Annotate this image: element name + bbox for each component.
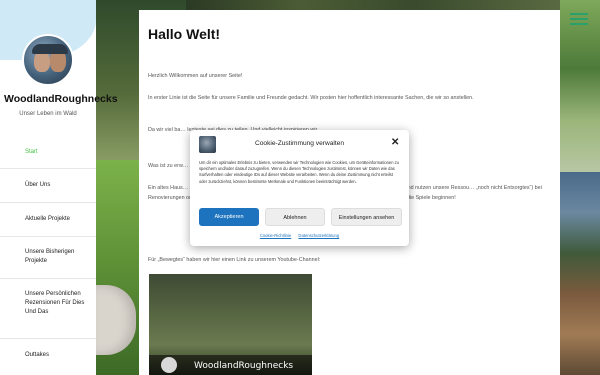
- privacy-policy-link[interactable]: Datenschutzerklärung: [298, 233, 339, 238]
- main-nav: Start Über Uns Aktuelle Projekte Unsere …: [0, 136, 96, 373]
- sidebar: WoodlandRoughnecks Unser Leben im Wald S…: [0, 0, 118, 375]
- avatar[interactable]: [22, 34, 74, 86]
- photo-house-right: [560, 172, 600, 375]
- nav-item-rezensionen[interactable]: Unsere Persönlichen Rezensionen Für Dies…: [0, 279, 96, 339]
- site-title[interactable]: WoodlandRoughnecks: [4, 93, 118, 105]
- channel-logo-icon: [161, 357, 177, 373]
- close-icon[interactable]: ✕: [391, 137, 399, 148]
- deny-button[interactable]: Ablehnen: [265, 208, 325, 226]
- hamburger-menu-icon[interactable]: [568, 10, 590, 28]
- paragraph-intro: In erster Linie ist die Seite für unsere…: [148, 95, 474, 101]
- paragraph-welcome: Herzlich Willkommen auf unserer Seite!: [148, 73, 243, 79]
- nav-item-bisherige-projekte[interactable]: Unsere Bisherigen Projekte: [0, 237, 96, 279]
- cookie-dialog-text: Um dir ein optimales Erlebnis zu bieten,…: [199, 160, 399, 184]
- photo-top-strip: [186, 0, 566, 10]
- nav-item-start[interactable]: Start: [0, 136, 96, 169]
- youtube-embed[interactable]: WoodlandRoughnecks: [149, 274, 312, 375]
- site-tagline: Unser Leben im Wald: [19, 111, 77, 117]
- paragraph-youtube: Für „Bewegtes“ haben wir hier einen Link…: [148, 257, 321, 263]
- cookie-dialog-links: Cookie-Richtlinie Datenschutzerklärung: [190, 233, 409, 238]
- cookie-consent-dialog: Cookie-Zustimmung verwalten ✕ Um dir ein…: [190, 130, 409, 246]
- settings-button[interactable]: Einstellungen ansehen: [331, 208, 402, 226]
- cookie-dialog-title: Cookie-Zustimmung verwalten: [254, 140, 345, 147]
- video-channel-name: WoodlandRoughnecks: [194, 361, 294, 371]
- accept-button[interactable]: Akzeptieren: [199, 208, 259, 226]
- nav-item-outtakes[interactable]: Outtakes: [0, 339, 96, 373]
- page-title: Hallo Welt!: [148, 26, 221, 42]
- nav-item-aktuelle-projekte[interactable]: Aktuelle Projekte: [0, 203, 96, 237]
- cookie-policy-link[interactable]: Cookie-Richtlinie: [260, 233, 291, 238]
- nav-item-ueber-uns[interactable]: Über Uns: [0, 169, 96, 203]
